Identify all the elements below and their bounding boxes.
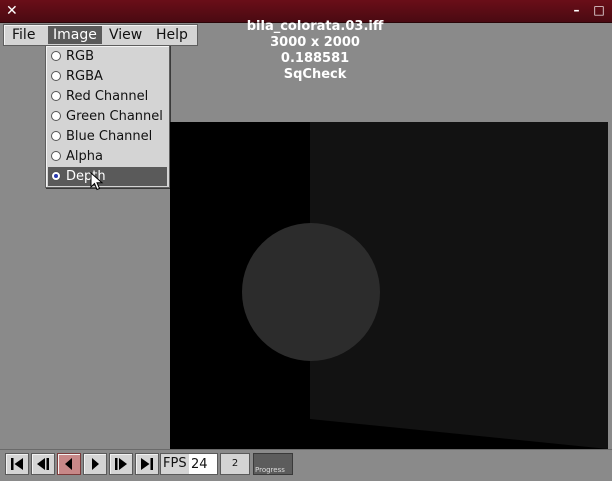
first-frame-button[interactable] (5, 453, 29, 475)
menu-item-depth[interactable]: Depth (48, 167, 167, 186)
play-backward-button[interactable] (57, 453, 81, 475)
menu-item-rgba[interactable]: RGBA (48, 67, 167, 86)
step-back-button[interactable] (31, 453, 55, 475)
play-backward-icon (65, 458, 72, 470)
menu-item-alpha[interactable]: Alpha (48, 147, 167, 166)
frame-number-field[interactable]: 2 (220, 453, 250, 475)
image-viewport[interactable] (170, 122, 608, 449)
maximize-icon[interactable]: □ (592, 2, 606, 18)
radio-depth[interactable] (51, 171, 61, 181)
menu-file[interactable]: File (7, 26, 40, 44)
menu-bar: File Image View Help (3, 24, 198, 46)
play-forward-button[interactable] (83, 453, 107, 475)
step-forward-button[interactable] (109, 453, 133, 475)
menu-item-red-channel[interactable]: Red Channel (48, 87, 167, 106)
fps-label: FPS (163, 456, 187, 471)
menu-item-label: RGBA (66, 69, 103, 84)
title-resolution: 3000 x 2000 (270, 35, 360, 50)
menu-item-label: Red Channel (66, 89, 149, 104)
radio-red-channel[interactable] (51, 91, 61, 101)
progress-label: Progress (255, 466, 285, 474)
title-app-name: SqCheck (283, 67, 347, 82)
title-depth-value: 0.188581 (280, 51, 350, 66)
mouse-pointer-icon (90, 172, 104, 191)
menu-item-label: Green Channel (66, 109, 163, 124)
radio-alpha[interactable] (51, 151, 61, 161)
menu-item-label: RGB (66, 49, 95, 64)
menu-item-label: Alpha (66, 149, 103, 164)
image-menu-dropdown: RGB RGBA Red Channel Green Channel Blue … (45, 45, 170, 188)
progress-button[interactable]: Progress (253, 453, 293, 475)
depth-image (170, 122, 608, 449)
radio-green-channel[interactable] (51, 111, 61, 121)
playback-toolbar: FPS 2 Progress (0, 449, 612, 481)
last-frame-button[interactable] (135, 453, 159, 475)
title-bar: ✕ bila_colorata.03.iff 3000 x 2000 0.188… (0, 0, 612, 82)
last-frame-icon (141, 458, 153, 470)
play-forward-icon (92, 458, 99, 470)
fps-input[interactable] (189, 454, 217, 474)
first-frame-icon (11, 458, 23, 470)
menu-help[interactable]: Help (151, 26, 193, 44)
menu-item-rgb[interactable]: RGB (48, 47, 167, 66)
title-filename: bila_colorata.03.iff (246, 19, 384, 34)
radio-rgba[interactable] (51, 71, 61, 81)
radio-blue-channel[interactable] (51, 131, 61, 141)
menu-item-blue-channel[interactable]: Blue Channel (48, 127, 167, 146)
menu-item-label: Blue Channel (66, 129, 153, 144)
menu-view[interactable]: View (104, 26, 147, 44)
step-forward-icon (115, 458, 127, 470)
minimize-icon[interactable]: – (569, 2, 583, 18)
radio-rgb[interactable] (51, 51, 61, 61)
step-back-icon (37, 458, 49, 470)
menu-item-green-channel[interactable]: Green Channel (48, 107, 167, 126)
menu-image[interactable]: Image (48, 26, 102, 44)
